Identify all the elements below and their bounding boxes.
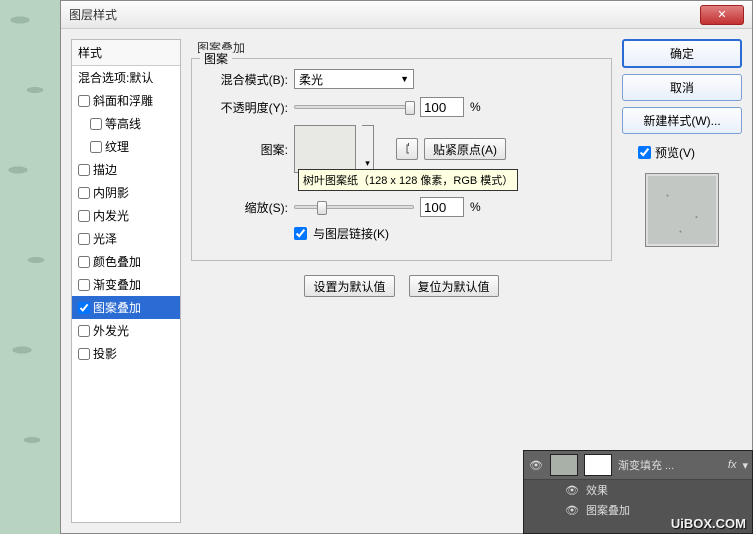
close-icon: ✕ [717, 8, 726, 21]
layer-thumbnail[interactable] [550, 454, 578, 476]
checkbox-inner-glow[interactable] [78, 210, 90, 222]
cancel-button[interactable]: 取消 [622, 74, 742, 101]
blending-options[interactable]: 混合选项:默认 [72, 66, 180, 89]
blend-mode-label: 混合模式(B): [206, 71, 288, 88]
checkbox-outer-glow[interactable] [78, 325, 90, 337]
fx-badge[interactable]: fx [728, 459, 737, 471]
scale-slider-thumb[interactable] [317, 201, 327, 215]
new-preset-icon [405, 143, 409, 155]
effect-pattern-overlay-label: 图案叠加 [586, 502, 630, 518]
style-color-overlay[interactable]: 颜色叠加 [72, 250, 180, 273]
new-preset-button[interactable] [396, 138, 418, 160]
style-pattern-overlay[interactable]: 图案叠加 [72, 296, 180, 319]
watermark: UiBOX.COM [671, 516, 746, 531]
dialog-title: 图层样式 [69, 6, 700, 23]
layer-mask-thumbnail[interactable] [584, 454, 612, 476]
layers-panel: 👁 渐变填充 ... fx ▾ 👁 效果 👁 图案叠加 UiBOX.COM [523, 450, 753, 534]
scale-input[interactable] [420, 197, 464, 217]
pattern-swatch[interactable] [294, 125, 356, 173]
layer-row[interactable]: 👁 渐变填充 ... fx ▾ [524, 451, 752, 480]
close-button[interactable]: ✕ [700, 5, 744, 25]
blend-mode-dropdown[interactable]: 柔光 ▼ [294, 69, 414, 89]
new-style-button[interactable]: 新建样式(W)... [622, 107, 742, 134]
percent-label: % [470, 100, 481, 114]
scale-label: 缩放(S): [206, 199, 288, 216]
percent-label-2: % [470, 200, 481, 214]
preview-thumbnail [645, 173, 719, 247]
style-drop-shadow[interactable]: 投影 [72, 342, 180, 365]
opacity-slider[interactable] [294, 105, 414, 109]
visibility-icon-effects[interactable]: 👁 [564, 484, 580, 497]
visibility-icon[interactable]: 👁 [528, 459, 544, 472]
make-default-button[interactable]: 设置为默认值 [304, 275, 394, 297]
style-contour[interactable]: 等高线 [72, 112, 180, 135]
link-layer-checkbox[interactable] [294, 227, 307, 240]
dropdown-arrow-icon: ▼ [400, 74, 409, 84]
pattern-tooltip: 树叶图案纸（128 x 128 像素，RGB 模式） [298, 169, 518, 191]
style-outer-glow[interactable]: 外发光 [72, 319, 180, 342]
style-inner-glow[interactable]: 内发光 [72, 204, 180, 227]
effects-label: 效果 [586, 482, 608, 498]
checkbox-gradient-overlay[interactable] [78, 279, 90, 291]
pattern-fieldset: 图案 混合模式(B): 柔光 ▼ 不透明度(Y): % 图案: [191, 58, 612, 261]
checkbox-color-overlay[interactable] [78, 256, 90, 268]
checkbox-drop-shadow[interactable] [78, 348, 90, 360]
checkbox-contour[interactable] [90, 118, 102, 130]
style-bevel[interactable]: 斜面和浮雕 [72, 89, 180, 112]
checkbox-texture[interactable] [90, 141, 102, 153]
visibility-icon-pattern[interactable]: 👁 [564, 504, 580, 517]
scale-slider[interactable] [294, 205, 414, 209]
ok-button[interactable]: 确定 [622, 39, 742, 68]
opacity-label: 不透明度(Y): [206, 99, 288, 116]
section-title: 图案叠加 [197, 39, 612, 56]
style-satin[interactable]: 光泽 [72, 227, 180, 250]
opacity-input[interactable] [420, 97, 464, 117]
preview-label: 预览(V) [655, 144, 695, 161]
style-list-header: 样式 [72, 40, 180, 66]
style-texture[interactable]: 纹理 [72, 135, 180, 158]
checkbox-stroke[interactable] [78, 164, 90, 176]
checkbox-pattern-overlay[interactable] [78, 302, 90, 314]
checkbox-inner-shadow[interactable] [78, 187, 90, 199]
style-stroke[interactable]: 描边 [72, 158, 180, 181]
style-list: 样式 混合选项:默认 斜面和浮雕 等高线 纹理 描边 内阴影 内发光 光泽 颜色… [71, 39, 181, 523]
link-layer-label: 与图层链接(K) [313, 225, 389, 242]
pattern-label: 图案: [206, 141, 288, 158]
opacity-slider-thumb[interactable] [405, 101, 415, 115]
pattern-swatch-dropdown[interactable]: ▾ [362, 125, 374, 173]
preview-checkbox[interactable] [638, 146, 651, 159]
reset-default-button[interactable]: 复位为默认值 [409, 275, 499, 297]
effects-row[interactable]: 👁 效果 [524, 480, 752, 500]
style-inner-shadow[interactable]: 内阴影 [72, 181, 180, 204]
layer-name: 渐变填充 ... [618, 457, 722, 473]
titlebar: 图层样式 ✕ [61, 1, 752, 29]
fieldset-legend: 图案 [200, 50, 232, 67]
snap-origin-button[interactable]: 贴紧原点(A) [424, 138, 506, 160]
collapse-icon[interactable]: ▾ [742, 459, 748, 472]
checkbox-bevel[interactable] [78, 95, 90, 107]
style-gradient-overlay[interactable]: 渐变叠加 [72, 273, 180, 296]
checkbox-satin[interactable] [78, 233, 90, 245]
